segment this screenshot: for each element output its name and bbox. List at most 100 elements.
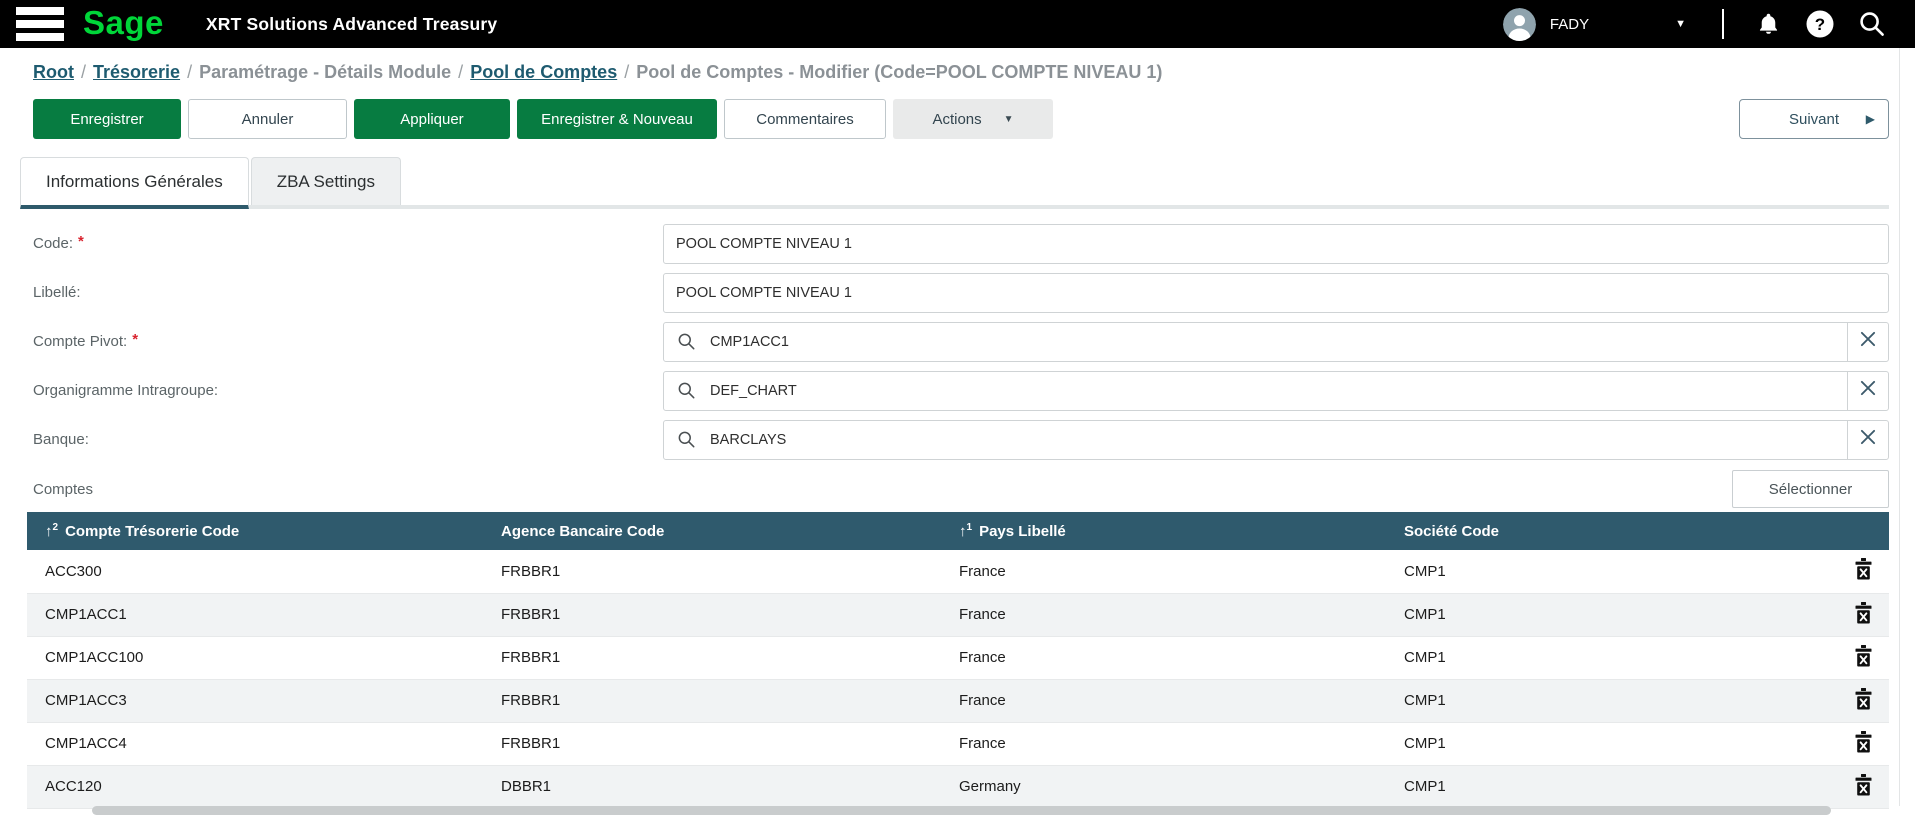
column-agence-bancaire-code[interactable]: Agence Bancaire Code: [483, 512, 941, 550]
column-pays-libelle[interactable]: ↑1 Pays Libellé: [941, 512, 1386, 550]
cell-agence-bancaire-code: FRBBR1: [483, 593, 941, 636]
cell-compte-tresorerie-code: ACC300: [27, 550, 483, 593]
cell-compte-tresorerie-code: CMP1ACC1: [27, 593, 483, 636]
commentaires-button[interactable]: Commentaires: [724, 99, 886, 139]
breadcrumb-item-root[interactable]: Root: [33, 62, 74, 82]
tab-bar: Informations GénéralesZBA Settings: [20, 157, 1889, 209]
enregistrer-nouveau-button[interactable]: Enregistrer & Nouveau: [517, 99, 717, 139]
menu-icon[interactable]: [16, 7, 64, 41]
column-label: Société Code: [1404, 523, 1499, 540]
general-info-form: Code:* Libellé: Compte Pivot:* CMP1ACC1 Orga…: [27, 219, 1889, 464]
horizontal-scrollbar-thumb[interactable]: [92, 806, 1831, 815]
annuler-button[interactable]: Annuler: [188, 99, 347, 139]
code-control: [663, 224, 1889, 264]
libelle-label: Libellé:: [27, 284, 663, 301]
actions-button-label: Actions: [932, 111, 981, 128]
cell-societe-code: CMP1: [1386, 593, 1807, 636]
column-label: Pays Libellé: [979, 523, 1066, 540]
organigramme-intragroupe-label: Organigramme Intragroupe:: [27, 382, 663, 399]
cell-actions: [1807, 722, 1889, 765]
organigramme-intragroupe-lookup-input[interactable]: DEF_CHART: [663, 371, 1848, 411]
table-row: ACC300FRBBR1FranceCMP1: [27, 550, 1889, 593]
required-indicator: *: [132, 331, 138, 348]
cell-compte-tresorerie-code: CMP1ACC4: [27, 722, 483, 765]
enregistrer-button[interactable]: Enregistrer: [33, 99, 181, 139]
appliquer-button-label: Appliquer: [400, 111, 463, 128]
next-button[interactable]: Suivant ▶: [1739, 99, 1889, 139]
next-button-label: Suivant: [1789, 111, 1839, 128]
delete-row-button[interactable]: [1854, 688, 1873, 710]
compte-pivot-value: CMP1ACC1: [710, 334, 789, 350]
tab-informations-generales[interactable]: Informations Générales: [20, 157, 249, 209]
sort-asc-icon: ↑1: [959, 523, 972, 540]
accounts-section-title: Comptes: [27, 481, 93, 498]
chevron-down-icon[interactable]: ▼: [1675, 18, 1686, 30]
breadcrumb-separator: /: [81, 62, 86, 82]
commentaires-button-label: Commentaires: [756, 111, 854, 128]
banque-clear-button[interactable]: [1847, 420, 1889, 460]
delete-row-button[interactable]: [1854, 731, 1873, 753]
actions-button[interactable]: Actions▼: [893, 99, 1053, 139]
cell-societe-code: CMP1: [1386, 765, 1807, 808]
user-name[interactable]: FADY: [1550, 16, 1589, 33]
delete-row-button[interactable]: [1854, 774, 1873, 796]
breadcrumb-separator: /: [187, 62, 192, 82]
breadcrumb-separator: /: [458, 62, 463, 82]
appliquer-button[interactable]: Appliquer: [354, 99, 510, 139]
breadcrumb-item-pool-de-comptes[interactable]: Pool de Comptes: [470, 62, 617, 82]
enregistrer-button-label: Enregistrer: [70, 111, 143, 128]
bell-icon[interactable]: [1756, 11, 1781, 37]
field-row-code: Code:*: [27, 219, 1889, 268]
close-icon: [1859, 330, 1877, 353]
search-icon[interactable]: [677, 332, 696, 351]
app-title: XRT Solutions Advanced Treasury: [206, 14, 497, 35]
cell-actions: [1807, 550, 1889, 593]
cell-compte-tresorerie-code: ACC120: [27, 765, 483, 808]
sage-logo: Sage: [83, 6, 164, 43]
banque-lookup-input[interactable]: BARCLAYS: [663, 420, 1848, 460]
delete-row-button[interactable]: [1854, 558, 1873, 580]
banque-value: BARCLAYS: [710, 432, 786, 448]
trash-icon: [1854, 568, 1873, 583]
search-icon[interactable]: [677, 430, 696, 449]
banque-control: BARCLAYS: [663, 420, 1889, 460]
cell-agence-bancaire-code: FRBBR1: [483, 636, 941, 679]
cell-societe-code: CMP1: [1386, 636, 1807, 679]
cell-pays-libelle: France: [941, 679, 1386, 722]
user-avatar[interactable]: [1503, 8, 1536, 41]
accounts-section-header: Comptes Sélectionner: [27, 468, 1889, 510]
compte-pivot-label: Compte Pivot:*: [27, 333, 663, 350]
field-row-compte-pivot: Compte Pivot:* CMP1ACC1: [27, 317, 1889, 366]
select-accounts-button[interactable]: Sélectionner: [1732, 470, 1889, 508]
banque-lookup-field: BARCLAYS: [663, 420, 1889, 460]
breadcrumb-item-pool-de-comptes-modifier-code-pool-compt: Pool de Comptes - Modifier (Code=POOL CO…: [636, 62, 1162, 82]
search-icon[interactable]: [1857, 9, 1887, 39]
organigramme-intragroupe-clear-button[interactable]: [1847, 371, 1889, 411]
delete-row-button[interactable]: [1854, 645, 1873, 667]
breadcrumb-item-tresorerie[interactable]: Trésorerie: [93, 62, 180, 82]
trash-icon: [1854, 655, 1873, 670]
compte-pivot-lookup-input[interactable]: CMP1ACC1: [663, 322, 1848, 362]
cell-societe-code: CMP1: [1386, 550, 1807, 593]
libelle-label-text: Libellé:: [33, 284, 81, 301]
field-row-organigramme-intragroupe: Organigramme Intragroupe:DEF_CHART: [27, 366, 1889, 415]
column-compte-tresorerie-code[interactable]: ↑2 Compte Trésorerie Code: [27, 512, 483, 550]
field-row-banque: Banque: BARCLAYS: [27, 415, 1889, 464]
libelle-input[interactable]: [663, 273, 1889, 313]
tab-zba-settings[interactable]: ZBA Settings: [251, 157, 401, 205]
main-content: Code:* Libellé: Compte Pivot:* CMP1ACC1 Orga…: [27, 219, 1889, 809]
sort-asc-icon: ↑2: [45, 523, 58, 540]
topbar-divider: [1722, 9, 1724, 39]
code-input[interactable]: [663, 224, 1889, 264]
cell-pays-libelle: France: [941, 722, 1386, 765]
banque-label: Banque:: [27, 431, 663, 448]
search-icon[interactable]: [677, 381, 696, 400]
help-icon[interactable]: ?: [1805, 9, 1835, 39]
column-label: Compte Trésorerie Code: [65, 523, 239, 540]
table-row: CMP1ACC1FRBBR1FranceCMP1: [27, 593, 1889, 636]
delete-row-button[interactable]: [1854, 602, 1873, 624]
cell-actions: [1807, 765, 1889, 808]
top-app-bar: Sage XRT Solutions Advanced Treasury FAD…: [0, 0, 1915, 48]
compte-pivot-clear-button[interactable]: [1847, 322, 1889, 362]
column-societe-code[interactable]: Société Code: [1386, 512, 1807, 550]
